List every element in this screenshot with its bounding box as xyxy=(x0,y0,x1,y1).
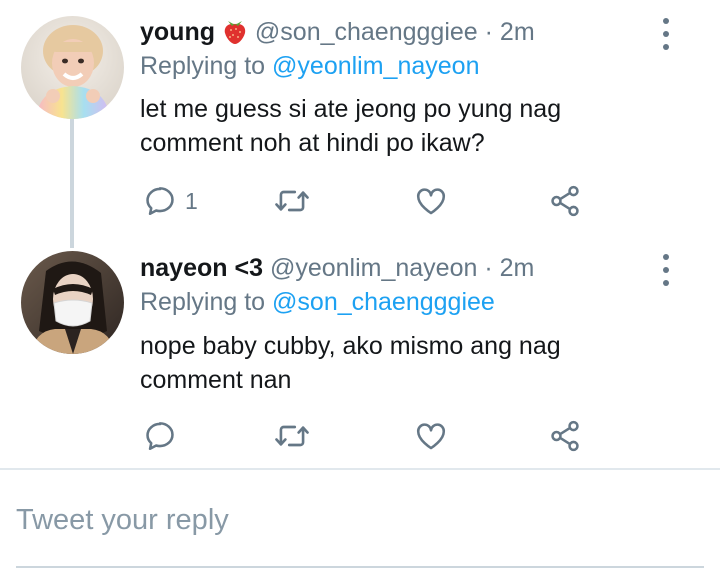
avatar[interactable] xyxy=(21,251,124,354)
tweet-actions xyxy=(140,416,700,456)
retweet-button[interactable] xyxy=(274,416,310,456)
display-name[interactable]: young xyxy=(140,18,215,46)
replying-to-mention[interactable]: @yeonlim_nayeon xyxy=(272,52,479,80)
replying-to-label: Replying to xyxy=(140,52,266,80)
share-button[interactable] xyxy=(548,416,582,456)
tweet-actions: 1 xyxy=(140,181,700,221)
composer-divider xyxy=(0,468,720,470)
share-button[interactable] xyxy=(548,181,582,221)
replying-to-mention[interactable]: @son_chaengggiee xyxy=(272,288,495,316)
share-icon xyxy=(551,420,579,452)
tweet-text: nope baby cubby, ako mismo ang nag comme… xyxy=(140,332,561,394)
reply-icon xyxy=(146,187,174,216)
share-icon xyxy=(551,185,579,217)
tweet-header: young @son_chaengggiee · 2m xyxy=(140,16,535,48)
like-button[interactable] xyxy=(414,416,448,456)
replying-to-line: Replying to @son_chaengggiee xyxy=(140,286,495,318)
replying-to-label: Replying to xyxy=(140,288,266,316)
retweet-button[interactable] xyxy=(274,181,310,221)
handle[interactable]: @yeonlim_nayeon xyxy=(270,254,477,282)
display-name[interactable]: nayeon <3 xyxy=(140,254,263,282)
reply-button[interactable] xyxy=(143,416,177,456)
timestamp[interactable]: 2m xyxy=(500,18,535,46)
strawberry-emoji xyxy=(222,18,255,46)
reply-icon xyxy=(146,422,174,451)
reply-button[interactable]: 1 xyxy=(143,181,198,221)
separator-dot: · xyxy=(484,18,493,46)
timestamp[interactable]: 2m xyxy=(500,254,535,282)
more-options-icon[interactable] xyxy=(656,254,676,286)
retweet-icon xyxy=(275,425,309,447)
reply-input-underline xyxy=(16,566,704,568)
like-icon xyxy=(416,423,446,450)
avatar[interactable] xyxy=(21,16,124,119)
tweet-1[interactable]: young @son_chaengggiee · 2m Replying to … xyxy=(0,0,720,240)
more-options-icon[interactable] xyxy=(656,18,676,50)
like-icon xyxy=(416,188,446,215)
tweet-text: let me guess si ate jeong po yung nag co… xyxy=(140,95,562,157)
tweet-reply-input[interactable]: Tweet your reply xyxy=(16,496,704,544)
reply-count: 1 xyxy=(185,187,198,214)
separator-dot: · xyxy=(484,254,493,282)
like-button[interactable] xyxy=(414,181,448,221)
tweet-header: nayeon <3 @yeonlim_nayeon · 2m xyxy=(140,252,534,284)
replying-to-line: Replying to @yeonlim_nayeon xyxy=(140,50,479,82)
handle[interactable]: @son_chaengggiee xyxy=(255,18,478,46)
retweet-icon xyxy=(275,190,309,212)
